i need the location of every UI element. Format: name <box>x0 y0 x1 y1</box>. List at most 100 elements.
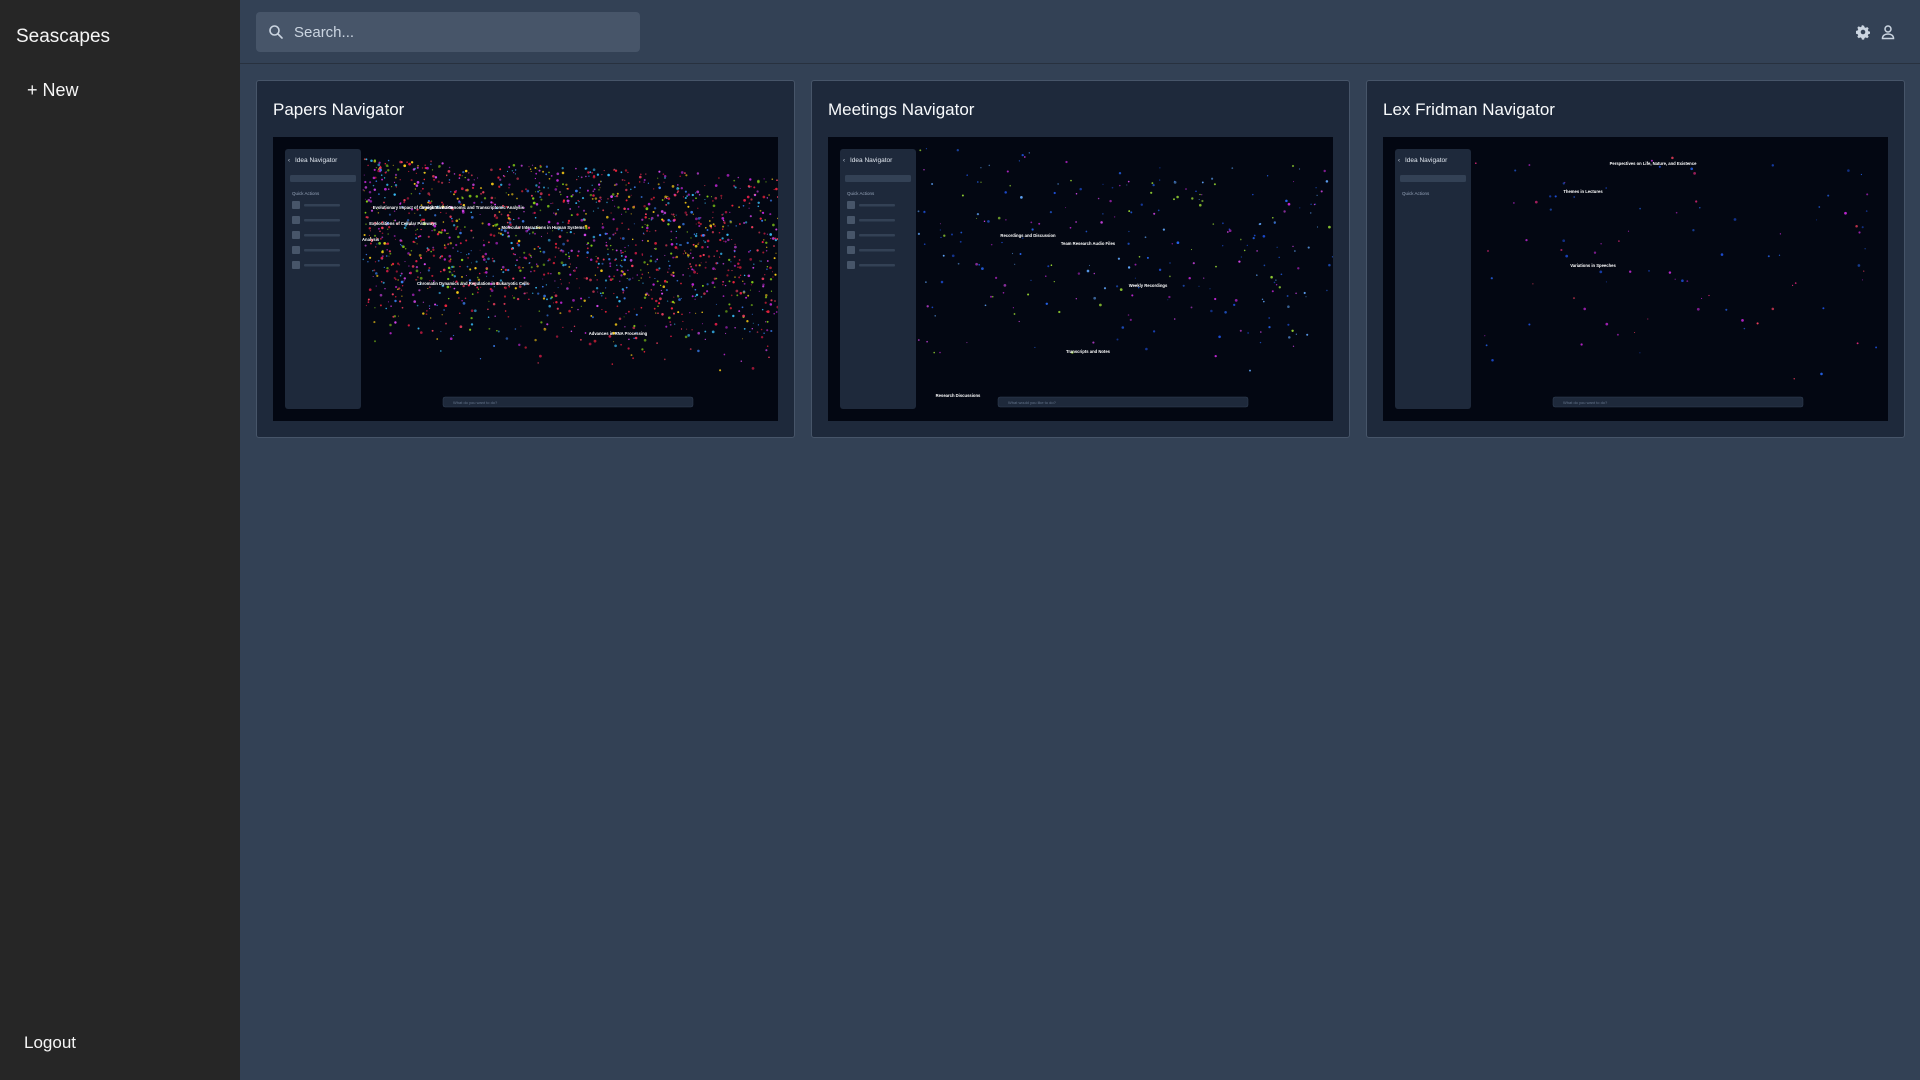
cluster-point <box>562 183 564 186</box>
cluster-point <box>651 297 654 300</box>
cluster-point <box>395 186 398 188</box>
cluster-point <box>583 233 587 237</box>
cluster-point <box>697 243 699 245</box>
preview-action-item <box>292 216 300 224</box>
cluster-point <box>1268 317 1271 319</box>
cluster-point <box>527 229 529 232</box>
gear-icon[interactable] <box>1855 24 1871 40</box>
cluster-point <box>546 323 549 326</box>
cluster-point <box>379 304 382 307</box>
search-box[interactable] <box>256 12 640 52</box>
cluster-point <box>1190 249 1193 251</box>
cluster-point <box>1253 234 1256 237</box>
new-button[interactable]: + New <box>27 80 79 101</box>
cluster-point <box>595 201 598 203</box>
cluster-point <box>570 330 573 333</box>
cluster-point <box>725 332 727 335</box>
cluster-point <box>737 176 740 179</box>
cluster-point <box>529 233 531 235</box>
search-input[interactable] <box>294 23 614 41</box>
cluster-point <box>726 274 729 277</box>
cluster-point <box>416 181 420 184</box>
cluster-point <box>548 171 550 174</box>
cluster-point <box>622 292 624 294</box>
navigator-card-lex-fridman[interactable]: Lex Fridman Navigator Perspectives on Li… <box>1366 80 1905 438</box>
cluster-point <box>981 267 984 270</box>
cluster-point <box>452 334 455 337</box>
cluster-point <box>1128 230 1130 233</box>
cluster-point <box>498 185 501 188</box>
cluster-point <box>1201 194 1203 196</box>
cluster-point <box>605 287 607 289</box>
cluster-point <box>760 260 762 263</box>
cluster-point <box>610 195 613 198</box>
cluster-point <box>757 324 760 326</box>
cluster-point <box>1190 306 1193 309</box>
cluster-point <box>580 305 582 307</box>
cluster-point <box>540 321 543 324</box>
cluster-point <box>570 214 573 217</box>
cluster-point <box>550 175 553 177</box>
cluster-point <box>609 278 613 282</box>
sidebar: Seascapes + New Logout <box>0 0 240 1080</box>
cluster-point <box>631 264 633 267</box>
cluster-point <box>387 159 390 162</box>
cluster-point <box>579 338 582 341</box>
logout-button[interactable]: Logout <box>24 1033 76 1053</box>
cluster-point <box>666 281 668 283</box>
cluster-point <box>466 265 469 268</box>
cluster-point <box>621 265 623 268</box>
cluster-point <box>432 174 435 178</box>
cluster-point <box>481 255 485 258</box>
cluster-point <box>465 275 467 277</box>
cluster-point <box>765 246 768 249</box>
cluster-point <box>668 264 671 267</box>
cluster-point <box>415 229 417 232</box>
cluster-point <box>568 200 571 202</box>
cluster-point <box>987 220 990 223</box>
cluster-point <box>692 243 695 246</box>
card-preview-thumbnail: Evolutionary Impact of Genetic Variation… <box>273 137 778 421</box>
user-icon[interactable] <box>1880 24 1896 40</box>
cluster-point <box>1668 271 1672 274</box>
cluster-point <box>545 284 548 286</box>
navigator-card-meetings[interactable]: Meetings Navigator Recordings and Discus… <box>811 80 1350 438</box>
cluster-point <box>1226 231 1229 233</box>
cluster-point <box>363 190 365 192</box>
cluster-point <box>609 262 612 265</box>
cluster-point <box>530 256 533 258</box>
cluster-point <box>505 337 509 340</box>
cluster-point <box>533 211 536 215</box>
cluster-point <box>966 174 968 176</box>
cluster-point <box>738 310 741 313</box>
cluster-point <box>1209 288 1211 290</box>
cluster-point <box>675 214 677 216</box>
cluster-point <box>383 266 385 268</box>
cluster-point <box>542 250 546 254</box>
cluster-point <box>449 258 452 260</box>
cluster-point <box>675 242 678 245</box>
cluster-point <box>1127 266 1131 269</box>
cluster-point <box>1212 223 1215 225</box>
navigator-card-papers[interactable]: Papers Navigator Evolutionary Impact of … <box>256 80 795 438</box>
cluster-point <box>408 265 410 267</box>
cluster-point <box>663 175 667 178</box>
cluster-point <box>1491 358 1494 362</box>
cluster-point <box>983 220 986 223</box>
cluster-point <box>667 202 670 205</box>
cluster-point <box>697 221 701 224</box>
cluster-point <box>763 178 765 180</box>
cluster-point <box>643 205 646 208</box>
cluster-point <box>621 178 624 181</box>
cluster-point <box>762 211 765 214</box>
cluster-point <box>1086 269 1090 273</box>
cluster-point <box>440 211 442 214</box>
cluster-point <box>703 292 706 295</box>
cluster-point <box>1525 238 1528 242</box>
cluster-point <box>388 226 391 229</box>
cluster-point <box>387 301 389 303</box>
cluster-point <box>1030 221 1033 224</box>
cluster-point <box>683 250 686 252</box>
cluster-point <box>670 230 673 233</box>
cluster-point <box>724 210 728 214</box>
